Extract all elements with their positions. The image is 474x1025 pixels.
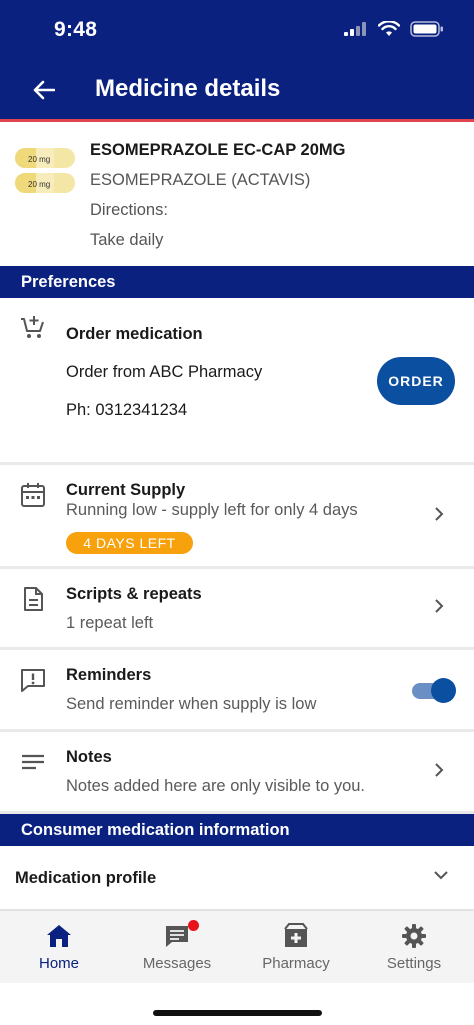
settings-icon [402, 924, 426, 948]
nav-messages-label: Messages [142, 955, 212, 972]
current-supply-subtitle: Running low - supply left for only 4 day… [66, 501, 358, 519]
section-header-preferences: Preferences [0, 266, 474, 298]
home-indicator [153, 1010, 322, 1016]
messages-icon [166, 926, 188, 947]
status-time: 9:48 [54, 18, 98, 41]
order-button[interactable]: ORDER [377, 357, 455, 405]
current-supply-title: Current Supply [66, 481, 186, 499]
status-icons [344, 21, 444, 37]
chevron-right-icon [435, 599, 444, 613]
add-to-cart-icon [21, 316, 44, 338]
capsule-icon: 20 mg 20 mg [15, 148, 75, 193]
nav-settings[interactable]: Settings [355, 911, 473, 984]
chevron-down-icon [434, 871, 448, 880]
nav-home[interactable]: Home [0, 911, 118, 984]
nav-pharmacy-label: Pharmacy [262, 955, 330, 972]
directions-label: Directions: [90, 201, 168, 219]
section-header-consumer-info: Consumer medication information [0, 814, 474, 846]
pharmacy-icon [284, 923, 308, 947]
medicine-name: ESOMEPRAZOLE EC-CAP 20MG [90, 141, 346, 159]
status-bar: 9:48 [0, 0, 474, 58]
toggle-knob [431, 678, 456, 703]
reminders-toggle[interactable] [410, 678, 456, 703]
reminders-title: Reminders [66, 666, 152, 684]
reminders-row [0, 650, 474, 732]
notification-dot [188, 920, 199, 931]
order-pharmacy-text: Order from ABC Pharmacy [66, 363, 263, 381]
reminders-subtitle: Send reminder when supply is low [66, 695, 317, 713]
page-title: Medicine details [95, 75, 281, 102]
pill-label-top: 20 mg [28, 155, 50, 164]
back-button[interactable] [28, 74, 60, 106]
chevron-right-icon [435, 763, 444, 777]
nav-settings-label: Settings [386, 955, 442, 972]
nav-messages[interactable]: Messages [118, 911, 236, 984]
pharmacy-phone: Ph: 0312341234 [66, 401, 188, 419]
directions-value: Take daily [90, 231, 164, 249]
notes-subtitle: Notes added here are only visible to you… [66, 777, 366, 795]
chevron-right-icon [435, 507, 444, 521]
bottom-navigation: Home Messages Pharmacy Settings [0, 910, 474, 983]
order-medication-title: Order medication [66, 325, 203, 343]
calendar-icon [21, 483, 45, 507]
days-left-badge: 4 DAYS LEFT [66, 532, 193, 554]
notes-title: Notes [66, 748, 112, 766]
app-header: Medicine details [0, 58, 474, 122]
notes-row[interactable] [0, 732, 474, 814]
alert-message-icon [21, 669, 45, 692]
scripts-repeats-subtitle: 1 repeat left [66, 614, 154, 632]
nav-home-label: Home [38, 955, 79, 972]
battery-icon [410, 21, 443, 37]
home-icon [47, 925, 71, 947]
scripts-repeats-title: Scripts & repeats [66, 585, 202, 603]
notes-lines-icon [22, 754, 44, 770]
arrow-left-icon [33, 80, 55, 100]
nav-pharmacy[interactable]: Pharmacy [237, 911, 355, 984]
medicine-generic-name: ESOMEPRAZOLE (ACTAVIS) [90, 171, 311, 189]
wifi-icon [378, 21, 400, 36]
cellular-signal-icon [344, 22, 366, 36]
pill-label-bottom: 20 mg [28, 180, 50, 189]
document-icon [24, 587, 43, 611]
scripts-repeats-row[interactable] [0, 569, 474, 650]
medication-profile-title: Medication profile [15, 869, 157, 887]
